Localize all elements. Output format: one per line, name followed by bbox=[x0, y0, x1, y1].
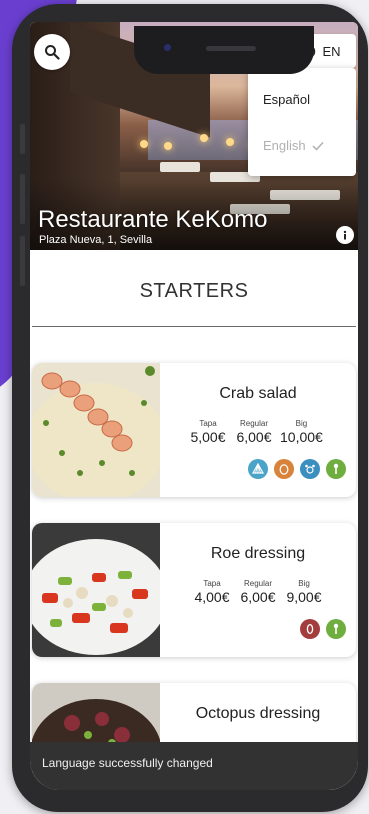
celery-icon[interactable] bbox=[326, 459, 346, 479]
section-title: STARTERS bbox=[139, 280, 249, 302]
celery-icon[interactable] bbox=[326, 619, 346, 639]
price-size-label: Tapa bbox=[203, 579, 221, 588]
dish-name: Octopus dressing bbox=[195, 705, 321, 722]
price-table: Tapa 5,00€ Regular 6,00€ Big 10,00€ bbox=[188, 419, 323, 445]
price-tapa: Tapa 5,00€ bbox=[188, 419, 228, 445]
phone-side-button bbox=[20, 124, 25, 154]
price-value: 4,00€ bbox=[194, 589, 230, 605]
language-menu: Español English bbox=[248, 68, 356, 176]
language-option-spanish[interactable]: Español bbox=[263, 92, 310, 107]
restaurant-name: Restaurante KeKomo bbox=[38, 206, 268, 233]
price-tapa: Tapa 4,00€ bbox=[192, 579, 232, 605]
allergen-list bbox=[248, 459, 346, 479]
restaurant-address: Plaza Nueva, 1, Sevilla bbox=[39, 234, 153, 246]
phone-notch bbox=[134, 26, 314, 74]
speaker bbox=[206, 46, 256, 51]
price-size-label: Big bbox=[298, 579, 310, 588]
checkmark-icon bbox=[312, 141, 324, 151]
price-size-label: Regular bbox=[243, 579, 272, 588]
phone-side-button bbox=[20, 174, 25, 224]
language-option-label: English bbox=[263, 138, 306, 153]
dish-card[interactable]: Roe dressing Tapa 4,00€ Regular 6,00€ Bi… bbox=[32, 523, 356, 657]
info-icon bbox=[343, 230, 347, 240]
dish-photo bbox=[32, 523, 160, 657]
search-icon bbox=[45, 45, 60, 60]
shellfish-icon[interactable] bbox=[248, 459, 268, 479]
camera bbox=[164, 44, 171, 51]
price-value: 5,00€ bbox=[190, 429, 226, 445]
stage: EN Español English Restaurante KeKomo Pl… bbox=[0, 0, 369, 814]
price-regular: Regular 6,00€ bbox=[238, 579, 278, 605]
language-code: EN bbox=[322, 43, 341, 59]
dish-name: Roe dressing bbox=[210, 545, 306, 562]
price-size-label: Big bbox=[295, 419, 308, 428]
allergen-list bbox=[300, 619, 346, 639]
dish-name: Crab salad bbox=[219, 385, 297, 402]
language-option-english[interactable]: English bbox=[263, 138, 324, 153]
egg-icon[interactable] bbox=[274, 459, 294, 479]
price-regular: Regular 6,00€ bbox=[234, 419, 274, 445]
dish-card[interactable]: Crab salad Tapa 5,00€ Regular 6,00€ Big … bbox=[32, 363, 356, 497]
snackbar: Language successfully changed bbox=[30, 742, 358, 790]
price-value: 9,00€ bbox=[286, 589, 322, 605]
dish-photo bbox=[32, 363, 160, 497]
crustacean-icon[interactable] bbox=[300, 459, 320, 479]
price-big: Big 9,00€ bbox=[284, 579, 324, 605]
price-table: Tapa 4,00€ Regular 6,00€ Big 9,00€ bbox=[192, 579, 324, 605]
search-button[interactable] bbox=[34, 34, 70, 70]
price-size-label: Regular bbox=[239, 419, 268, 428]
price-big: Big 10,00€ bbox=[280, 419, 323, 445]
fish-icon[interactable] bbox=[300, 619, 320, 639]
price-value: 10,00€ bbox=[280, 429, 323, 445]
price-size-label: Tapa bbox=[199, 419, 217, 428]
snackbar-message: Language successfully changed bbox=[42, 756, 213, 770]
phone-side-button bbox=[20, 236, 25, 286]
price-value: 6,00€ bbox=[240, 589, 276, 605]
info-button[interactable] bbox=[336, 226, 354, 244]
price-value: 6,00€ bbox=[236, 429, 272, 445]
section-divider bbox=[32, 326, 356, 327]
app-screen: EN Español English Restaurante KeKomo Pl… bbox=[30, 22, 358, 790]
